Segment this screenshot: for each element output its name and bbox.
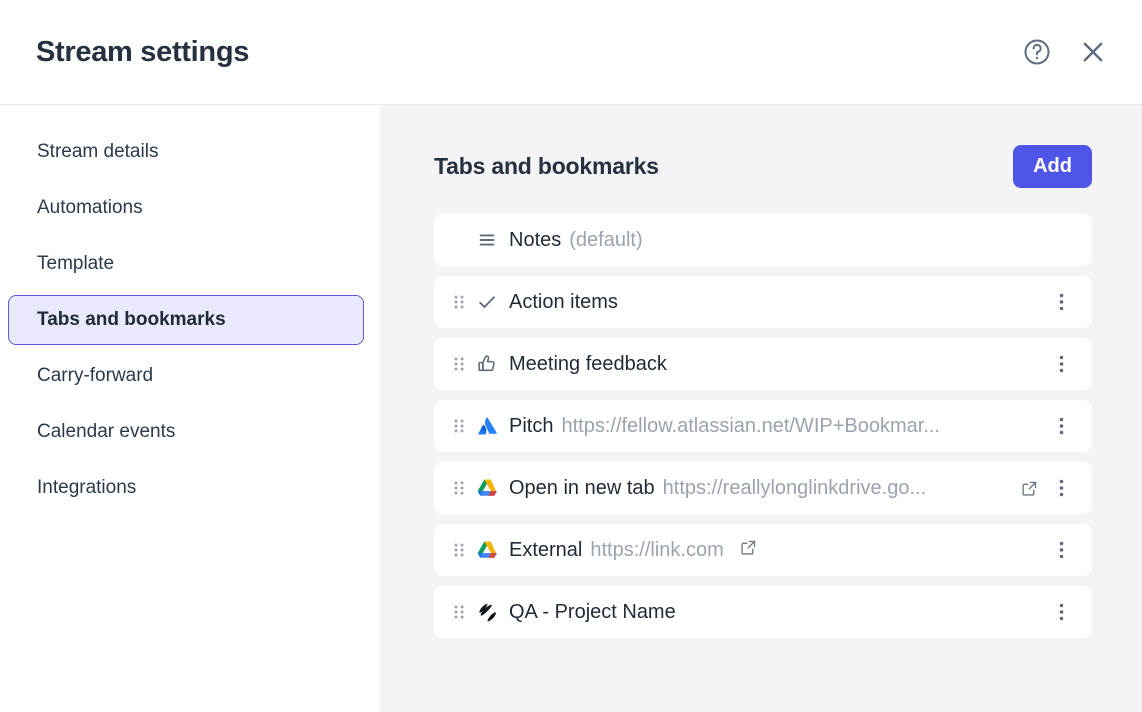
list-item-url: https://fellow.atlassian.net/WIP+Bookmar… [561, 414, 940, 437]
list-item[interactable]: QA - Project Name [434, 586, 1092, 638]
sidebar-item-automations[interactable]: Automations [8, 183, 364, 233]
sidebar-item-stream-details[interactable]: Stream details [8, 127, 364, 177]
list-item-url: https://link.com [590, 538, 724, 561]
drag-handle[interactable] [446, 541, 472, 559]
row-menu-icon[interactable] [1046, 354, 1076, 374]
list-item-label: Action items [509, 290, 618, 313]
drag-handle[interactable] [446, 355, 472, 373]
sidebar-item-integrations[interactable]: Integrations [8, 463, 364, 513]
list-item[interactable]: Open in new tab https://reallylonglinkdr… [434, 462, 1092, 514]
modal-header: Stream settings [0, 0, 1142, 105]
sidebar-item-label: Carry-forward [37, 365, 154, 386]
list-item-label: Open in new tab [509, 476, 655, 499]
row-menu-icon[interactable] [1046, 602, 1076, 622]
sidebar-item-carry-forward[interactable]: Carry-forward [8, 351, 364, 401]
page-title: Stream settings [36, 35, 250, 68]
sidebar-item-label: Stream details [37, 141, 159, 162]
list-item-sublabel: (default) [569, 228, 643, 251]
list-item-text: Open in new tab https://reallylonglinkdr… [509, 477, 1013, 500]
modal-body: Stream details Automations Template Tabs… [0, 105, 1142, 712]
list-item-text: Meeting feedback [509, 353, 1040, 376]
list-item[interactable]: Meeting feedback [434, 338, 1092, 390]
drag-handle[interactable] [446, 417, 472, 435]
stream-settings-modal: Stream settings Stream details Automatio… [0, 0, 1142, 712]
panel-header: Tabs and bookmarks Add [434, 145, 1114, 188]
row-menu-icon[interactable] [1046, 478, 1076, 498]
sidebar-item-label: Automations [37, 197, 143, 218]
panel-title: Tabs and bookmarks [434, 153, 659, 179]
thumbs-up-icon [472, 353, 502, 375]
drag-handle[interactable] [446, 293, 472, 311]
row-menu-icon[interactable] [1046, 540, 1076, 560]
close-icon[interactable] [1074, 33, 1112, 71]
sidebar-item-label: Tabs and bookmarks [37, 309, 226, 330]
settings-sidebar: Stream details Automations Template Tabs… [0, 105, 380, 712]
external-link-icon[interactable] [1021, 480, 1038, 497]
tabs-and-bookmarks-list: Notes (default) Action items Meeting fee… [434, 214, 1114, 638]
header-actions [1018, 33, 1112, 71]
list-item[interactable]: Notes (default) [434, 214, 1092, 266]
list-item-text: Pitch https://fellow.atlassian.net/WIP+B… [509, 415, 1040, 438]
notes-lines-icon [472, 229, 502, 251]
row-menu-icon[interactable] [1046, 292, 1076, 312]
settings-main-panel: Tabs and bookmarks Add Notes (default) A… [380, 105, 1142, 712]
sidebar-item-template[interactable]: Template [8, 239, 364, 289]
list-item[interactable]: Action items [434, 276, 1092, 328]
google-drive-icon [472, 477, 502, 500]
check-icon [472, 291, 502, 313]
google-drive-icon [472, 539, 502, 562]
list-item-label: Notes [509, 228, 562, 251]
sidebar-item-tabs-and-bookmarks[interactable]: Tabs and bookmarks [8, 295, 364, 345]
list-item-text: Action items [509, 291, 1040, 314]
list-item-label: Meeting feedback [509, 352, 667, 375]
list-item-text: QA - Project Name [509, 601, 1040, 624]
drag-handle[interactable] [446, 603, 472, 621]
drag-handle[interactable] [446, 479, 472, 497]
list-item-text: External https://link.com [509, 539, 1040, 562]
help-circle-icon[interactable] [1018, 33, 1056, 71]
list-item-label: QA - Project Name [509, 600, 676, 623]
list-item-label: External [509, 538, 583, 561]
sidebar-item-calendar-events[interactable]: Calendar events [8, 407, 364, 457]
list-item[interactable]: Pitch https://fellow.atlassian.net/WIP+B… [434, 400, 1092, 452]
list-item[interactable]: External https://link.com [434, 524, 1092, 576]
fathom-icon [472, 602, 502, 623]
external-link-icon[interactable] [740, 539, 757, 556]
sidebar-item-label: Template [37, 253, 115, 274]
add-button[interactable]: Add [1013, 145, 1092, 188]
list-item-label: Pitch [509, 414, 554, 437]
sidebar-item-label: Integrations [37, 477, 137, 498]
list-item-url: https://reallylonglinkdrive.go... [662, 476, 927, 499]
list-item-text: Notes (default) [509, 229, 1046, 252]
sidebar-item-label: Calendar events [37, 421, 176, 442]
row-menu-icon[interactable] [1046, 416, 1076, 436]
atlassian-icon [472, 415, 502, 437]
